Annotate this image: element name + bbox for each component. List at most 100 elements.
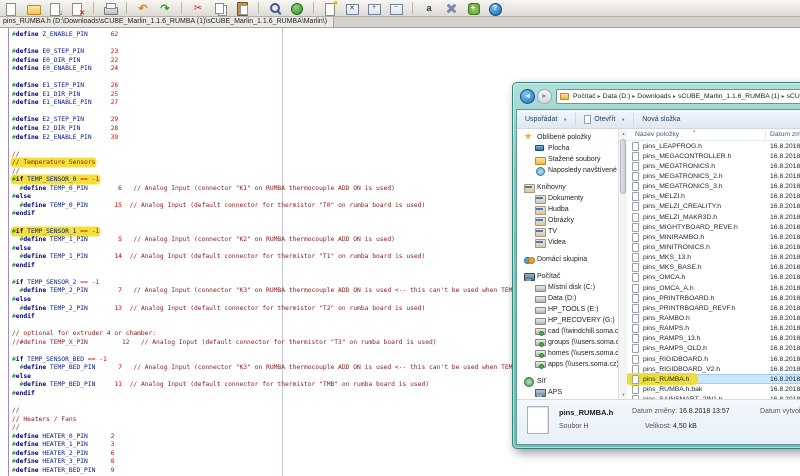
code-line[interactable]: #define E1_STEP_PIN 26 (12, 82, 596, 91)
code-line[interactable]: #define TEMP_1_PIN 5 // Analog Input (co… (12, 236, 596, 245)
sidebar-item-videa[interactable]: Videa (517, 237, 618, 248)
scrollbar-thumb[interactable] (620, 139, 626, 194)
code-line[interactable] (12, 74, 596, 83)
file-row[interactable]: pins_MELZI_MAKR3D.h16.8.2018 13:57 (627, 212, 800, 222)
file-row[interactable]: pins_MEGATRONICS_3.h16.8.2018 13:57 (627, 182, 800, 192)
tile-windows-icon[interactable]: + (365, 1, 383, 16)
sidebar-item-s[interactable]: Síť (517, 376, 618, 387)
file-row[interactable]: pins_MEGATRONICS.h16.8.2018 13:57 (627, 161, 800, 171)
code-line[interactable] (12, 399, 596, 408)
code-line[interactable]: #define TEMP_0_PIN 15 // Analog Input (d… (12, 202, 596, 211)
find-icon[interactable] (266, 1, 284, 16)
sidebar-item-aps[interactable]: APS (517, 387, 618, 398)
code-line[interactable]: // (12, 168, 596, 177)
save-file-icon[interactable]: ↓ (46, 1, 64, 16)
cascade-windows-icon[interactable]: − (387, 1, 405, 16)
breadcrumb-segment[interactable]: Downloads (635, 93, 673, 100)
copy-icon[interactable] (211, 1, 229, 16)
file-row[interactable]: pins_PRINTRBOARD.h16.8.2018 13:57 (627, 293, 800, 303)
code-line[interactable]: // (12, 407, 596, 416)
file-row[interactable]: pins_RAMPS.h16.8.2018 13:57 (627, 324, 800, 334)
code-line[interactable]: #endif (12, 210, 596, 219)
open-file-icon[interactable] (24, 1, 42, 16)
sidebar-item-plocha[interactable]: Plocha (517, 143, 618, 154)
file-row[interactable]: pins_RAMBO.h16.8.2018 13:57 (627, 313, 800, 323)
code-line[interactable]: #define E1_ENABLE_PIN 27 (12, 99, 596, 108)
file-row[interactable]: pins_RAMPS_13.h16.8.2018 13:57 (627, 334, 800, 344)
code-line[interactable] (12, 142, 596, 151)
breadcrumb-segment[interactable]: sCUBE_Marlin_1.1.6_RUMBA (1) (676, 93, 782, 100)
code-line[interactable]: #define Z_ENABLE_PIN 62 (12, 31, 596, 40)
sidebar-item-obr-zky[interactable]: Obrázky (517, 215, 618, 226)
file-row[interactable]: pins_MEGACONTROLLER.h16.8.2018 13:57 (627, 151, 800, 161)
code-line[interactable]: //#define TEMP_X_PIN 12 // Analog Input … (12, 339, 596, 348)
close-window-icon[interactable]: ✕ (343, 1, 361, 16)
code-line[interactable]: #define TEMP_1_PIN 14 // Analog Input (d… (12, 253, 596, 262)
file-row[interactable]: pins_RAMPS_OLD.h16.8.2018 13:57 (627, 344, 800, 354)
code-line[interactable]: #define TEMP_2_PIN 7 // Analog Input (co… (12, 287, 596, 296)
settings-tools-icon[interactable] (442, 1, 460, 16)
sidebar-item-hp-recovery-g[interactable]: HP_RECOVERY (G:) (517, 315, 618, 326)
file-row[interactable]: pins_RIGIDBOARD_V2.h16.8.2018 13:52 (627, 364, 800, 374)
file-row[interactable]: pins_PRINTRBOARD_REVF.h16.8.2018 13:57 (627, 303, 800, 313)
code-line[interactable]: #if TEMP_SENSOR_1 == -1 (12, 228, 596, 237)
code-line[interactable]: #define E2_DIR_PIN 28 (12, 125, 596, 134)
code-line[interactable]: #define E0_STEP_PIN 23 (12, 48, 596, 57)
code-line[interactable]: #if TEMP_SENSOR_0 == -1 (12, 176, 596, 185)
code-line[interactable]: #else (12, 296, 596, 305)
sidebar-item-naposledy-nav-t-ven[interactable]: Naposledy navštívené (517, 165, 618, 176)
code-line[interactable]: // optional for extruder 4 or chamber: (12, 330, 596, 339)
breadcrumb-segment[interactable]: Data (D:) (601, 93, 633, 100)
sidebar-item-data-d[interactable]: Data (D:) (517, 293, 618, 304)
forward-button[interactable]: ► (537, 89, 552, 104)
sidebar-item-po-ta[interactable]: Počítač (517, 271, 618, 282)
breadcrumb-segment[interactable]: Počítač (571, 93, 598, 100)
code-line[interactable]: #else (12, 193, 596, 202)
plugins-icon[interactable]: + (464, 1, 482, 16)
code-line[interactable]: // Heaters / Fans (12, 416, 596, 425)
file-row[interactable]: pins_LEAPFROG.h16.8.2018 13:57 (627, 141, 800, 151)
code-line[interactable]: #define TEMP_2_PIN 13 // Analog Input (d… (12, 305, 596, 314)
file-row[interactable]: pins_OMCA_A.h16.8.2018 13:52 (627, 283, 800, 293)
column-separator[interactable] (765, 130, 766, 139)
code-line[interactable] (12, 270, 596, 279)
paste-icon[interactable] (233, 1, 251, 16)
code-line[interactable]: #define HEATER_3_PIN 8 (12, 458, 596, 467)
breadcrumb[interactable]: Počítač▸Data (D:)▸Downloads▸sCUBE_Marlin… (556, 89, 800, 104)
sidebar-item-hudba[interactable]: Hudba (517, 204, 618, 215)
file-row[interactable]: pins_MINIRAMBO.h16.8.2018 13:57 (627, 232, 800, 242)
find-in-files-icon[interactable] (288, 1, 306, 16)
file-row[interactable]: pins_MELZI.h16.8.2018 13:57 (627, 192, 800, 202)
column-header-date[interactable]: Datum změny (770, 131, 800, 138)
sidebar-item-cad-windchill-soma-cz[interactable]: cad (\\windchill.soma.cz) (517, 326, 618, 337)
sidebar-item-homes-users-soma-cz[interactable]: homes (\\users.soma.cz) (517, 348, 618, 359)
new-file-icon[interactable] (2, 1, 20, 16)
sidebar-item-obl-ben-polo-ky[interactable]: Oblíbené položky (517, 132, 618, 143)
file-row[interactable]: pins_MEGATRONICS_2.h16.8.2018 13:57 (627, 171, 800, 181)
sidebar-item-apps-users-soma-cz-z[interactable]: apps (\\users.soma.cz) (Z (517, 359, 618, 370)
code-line[interactable] (12, 40, 596, 49)
file-row[interactable]: pins_MINITRONICS.h16.8.2018 13:57 (627, 242, 800, 252)
file-row[interactable]: pins_MELZI_CREALITY.h16.8.2018 13:57 (627, 202, 800, 212)
code-line[interactable]: // (12, 424, 596, 433)
file-row[interactable]: pins_RUMBA.h.bak16.8.2018 13:52 (627, 384, 800, 394)
close-file-icon[interactable]: ✕ (68, 1, 86, 16)
code-line[interactable]: #endif (12, 390, 596, 399)
code-line[interactable]: #define HEATER_1_PIN 3 (12, 441, 596, 450)
code-line[interactable]: #endif (12, 313, 596, 322)
code-line[interactable]: #define TEMP_BED_PIN 7 // Analog Input (… (12, 364, 596, 373)
editor-file-tab[interactable]: pins_RUMBA.h (D:\Downloads\sCUBE_Marlin_… (0, 17, 334, 27)
column-header-name[interactable]: Název položky (635, 131, 679, 138)
sidebar-item-knihovny[interactable]: Knihovny (517, 182, 618, 193)
code-line[interactable]: #define E2_ENABLE_PIN 39 (12, 134, 596, 143)
breadcrumb-segment[interactable]: sCUBE_M (785, 93, 800, 100)
code-line[interactable]: // Temperature Sensors (12, 159, 596, 168)
open-button[interactable]: Otevřít (576, 110, 633, 128)
undo-icon[interactable]: ↶ (134, 1, 152, 16)
font-size-icon[interactable]: a (420, 1, 438, 16)
print-icon[interactable] (101, 1, 119, 16)
new-window-icon[interactable]: ★ (321, 1, 339, 16)
file-row[interactable]: pins_OMCA.h16.8.2018 13:52 (627, 273, 800, 283)
file-row[interactable]: pins_RUMBA.h16.8.2018 13:57 (627, 374, 800, 384)
code-line[interactable] (12, 322, 596, 331)
